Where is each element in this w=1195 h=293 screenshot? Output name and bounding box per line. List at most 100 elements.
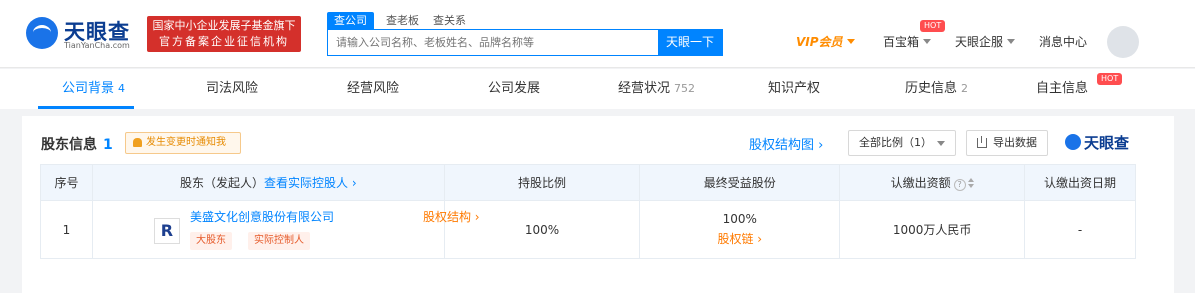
search-tab-relation[interactable]: 查关系 [433, 12, 466, 30]
actual-controller-link[interactable]: 查看实际控股人 › [264, 176, 357, 190]
nav-messages[interactable]: 消息中心 [1039, 33, 1087, 50]
logo-eye-icon [1065, 134, 1081, 150]
tianyancha-logo[interactable]: 天眼查 TianYanCha.com [26, 16, 138, 52]
vip-label: VIP会员 [796, 35, 843, 49]
logo-eye-icon [26, 17, 58, 49]
header-no: 序号 [40, 164, 93, 201]
treasure-label: 百宝箱 [883, 35, 920, 49]
header-final: 最终受益股份 [639, 164, 841, 201]
logo-subtext: TianYanCha.com [64, 41, 130, 50]
tab-label: 经营风险 [347, 81, 400, 96]
final-pct: 100% [722, 212, 757, 226]
company-name-link[interactable]: 美盛文化创意股份有限公司 [190, 208, 334, 225]
hot-badge: HOT [920, 20, 946, 32]
sort-icon[interactable] [967, 178, 974, 188]
equity-structure-label: 股权结构 [422, 209, 471, 224]
company-logo[interactable]: R [153, 217, 180, 244]
company-tabs: 公司背景 4 司法风险 经营风险 公司发展 经营状况 752 知识产权 历史信息 2 … [0, 69, 1195, 109]
gov-badge-line2: 官方备案企业征信机构 [159, 35, 289, 48]
change-notify-button[interactable]: 发生变更时通知我 [125, 132, 241, 154]
equity-structure-button[interactable]: 股权结构 › [423, 208, 480, 225]
brand-watermark: 天眼查 [1065, 132, 1129, 153]
top-header: 天眼查 TianYanCha.com 国家中小企业发展子基金旗下 官方备案企业征… [0, 0, 1195, 68]
cell-capital: 1000万人民币 [839, 200, 1026, 259]
tab-count: 752 [674, 82, 696, 95]
shareholder-section: 股东信息 1 发生变更时通知我 股权结构图 › 全部比例（1） 导出数据 天眼查 … [22, 116, 1174, 293]
tab-label: 经营状况 [618, 81, 671, 96]
actual-link-label: 查看实际控股人 [263, 176, 348, 190]
equity-link-label: 股权结构图 [749, 138, 815, 153]
chevron-down-icon [937, 141, 945, 146]
brand-text: 天眼查 [1084, 134, 1130, 152]
search-input[interactable] [328, 30, 658, 55]
header-ratio: 持股比例 [443, 164, 641, 201]
cell-final: 100% 股权链 › [639, 200, 841, 259]
section-count: 1 [103, 137, 113, 153]
chevron-right-icon: › [348, 176, 357, 190]
tab-label: 公司背景 [62, 81, 115, 96]
tab-label: 知识产权 [768, 81, 821, 96]
chevron-down-icon [1007, 39, 1016, 44]
cell-date: - [1024, 200, 1136, 259]
hot-badge: HOT [1097, 73, 1123, 85]
tab-intellectual-property[interactable]: 知识产权 [768, 69, 820, 109]
header-date: 认缴出资日期 [1024, 164, 1136, 201]
equity-structure-link[interactable]: 股权结构图 › [749, 134, 823, 153]
ratio-select-value: 全部比例（1） [859, 136, 932, 149]
search-button[interactable]: 天眼一下 [658, 30, 722, 55]
tab-history[interactable]: 历史信息 2 [905, 69, 968, 109]
nav-treasure[interactable]: 百宝箱 [883, 33, 932, 50]
header-shareholder: 股东（发起人）查看实际控股人 › [91, 164, 445, 201]
ratio-select[interactable]: 全部比例（1） [848, 130, 956, 156]
export-label: 导出数据 [993, 136, 1037, 149]
tab-business-status[interactable]: 经营状况 752 [618, 69, 695, 109]
cell-no: 1 [40, 200, 93, 259]
chevron-right-icon: › [753, 232, 763, 246]
chevron-right-icon: › [470, 209, 480, 224]
chevron-right-icon: › [814, 138, 824, 153]
chevron-down-icon [846, 39, 855, 44]
notify-label: 发生变更时通知我 [146, 137, 226, 148]
bell-icon [133, 138, 142, 147]
table-row: 1 R 美盛文化创意股份有限公司 股权结构 › 大股东 实际控制人 100% 1… [40, 200, 1136, 259]
messages-label: 消息中心 [1039, 35, 1088, 49]
tab-label: 历史信息 [905, 81, 958, 96]
chevron-down-icon [923, 39, 932, 44]
tab-count: 2 [961, 82, 969, 95]
header-capital[interactable]: 认缴出资额? [839, 164, 1026, 201]
tab-company-background[interactable]: 公司背景 4 [62, 69, 125, 109]
tab-label: 司法风险 [206, 81, 259, 96]
section-title: 股东信息 1 [41, 134, 113, 154]
search-tab-boss[interactable]: 查老板 [386, 12, 419, 30]
tab-company-development[interactable]: 公司发展 [488, 69, 540, 109]
tag-actual-controller: 实际控制人 [247, 231, 310, 250]
cell-shareholder: R 美盛文化创意股份有限公司 股权结构 › 大股东 实际控制人 [91, 200, 480, 259]
tag-major-shareholder: 大股东 [189, 231, 232, 250]
gov-badge-line1: 国家中小企业发展子基金旗下 [152, 19, 296, 32]
shareholder-block: R 美盛文化创意股份有限公司 股权结构 › 大股东 实际控制人 [93, 202, 480, 258]
enterprise-label: 天眼企服 [955, 35, 1004, 49]
header-capital-label: 认缴出资额 [890, 176, 951, 190]
nav-vip[interactable]: VIP会员 [796, 33, 855, 50]
tab-operating-risk[interactable]: 经营风险 [347, 69, 399, 109]
search-box: 天眼一下 [327, 29, 723, 56]
export-button[interactable]: 导出数据 [966, 130, 1048, 156]
tab-label: 自主信息 [1036, 81, 1089, 96]
tab-label: 公司发展 [488, 81, 541, 96]
nav-enterprise[interactable]: 天眼企服 [955, 33, 1016, 50]
tab-self-info[interactable]: 自主信息 [1036, 69, 1088, 109]
tab-count: 4 [118, 82, 126, 95]
equity-chain-link[interactable]: 股权链 › [640, 230, 839, 247]
table-header-row: 序号 股东（发起人）查看实际控股人 › 持股比例 最终受益股份 认缴出资额? 认… [40, 164, 1136, 201]
avatar[interactable] [1107, 26, 1139, 58]
active-tab-indicator [38, 106, 134, 109]
shareholder-table: 序号 股东（发起人）查看实际控股人 › 持股比例 最终受益股份 认缴出资额? 认… [40, 164, 1136, 259]
equity-chain-label: 股权链 [717, 232, 754, 246]
download-icon [977, 136, 987, 148]
help-icon[interactable]: ? [953, 179, 966, 191]
section-title-label: 股东信息 [41, 137, 97, 153]
gov-badge: 国家中小企业发展子基金旗下 官方备案企业征信机构 [147, 16, 301, 52]
tab-judicial-risk[interactable]: 司法风险 [206, 69, 258, 109]
search-tab-company[interactable]: 查公司 [327, 12, 374, 30]
header-shareholder-label: 股东（发起人） [179, 176, 264, 190]
